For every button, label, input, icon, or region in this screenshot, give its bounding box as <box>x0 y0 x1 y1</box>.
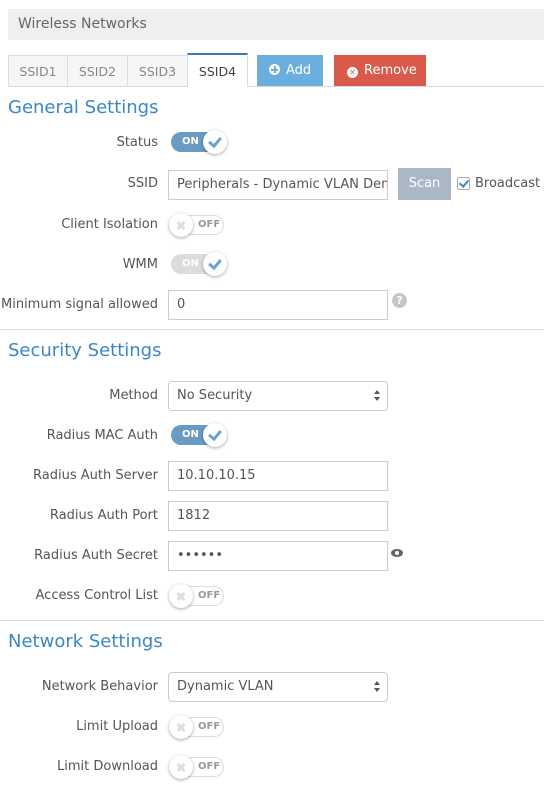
x-icon <box>169 584 193 608</box>
network-behavior-value: Dynamic VLAN <box>177 679 274 694</box>
status-toggle[interactable]: ON <box>171 130 227 154</box>
eye-icon[interactable] <box>391 549 403 557</box>
check-icon <box>203 252 227 276</box>
wmm-label: WMM <box>122 257 158 272</box>
limit-upload-toggle-text: OFF <box>198 721 221 732</box>
client-isolation-toggle[interactable]: OFF <box>169 213 224 237</box>
remove-button-label: Remove <box>364 63 417 78</box>
radius-auth-server-label: Radius Auth Server <box>33 468 158 483</box>
tab-ssid1[interactable]: SSID1 <box>8 55 68 86</box>
radius-auth-secret-input[interactable]: •••••• <box>168 541 388 571</box>
status-label: Status <box>116 135 158 150</box>
wmm-toggle-text: ON <box>182 258 199 269</box>
limit-download-toggle[interactable]: OFF <box>169 755 224 779</box>
tab-ssid3[interactable]: SSID3 <box>127 55 188 86</box>
check-icon <box>203 130 227 154</box>
security-settings-title: Security Settings <box>8 340 162 361</box>
section-divider <box>0 620 544 621</box>
x-icon <box>169 715 193 739</box>
broadcast-label: Broadcast <box>475 176 541 191</box>
select-arrows-icon <box>374 681 381 693</box>
wmm-toggle[interactable]: ON <box>171 252 227 276</box>
acl-label: Access Control List <box>35 588 158 603</box>
add-button-label: Add <box>286 63 312 78</box>
radius-mac-auth-toggle[interactable]: ON <box>171 423 227 447</box>
ssid-tabs: SSID1 SSID2 SSID3 SSID4 Add ✕ Remove <box>8 53 544 87</box>
client-isolation-toggle-text: OFF <box>198 219 221 230</box>
tab-ssid4[interactable]: SSID4 <box>187 53 248 87</box>
remove-button[interactable]: ✕ Remove <box>334 55 426 86</box>
ssid-label: SSID <box>127 176 158 191</box>
limit-upload-label: Limit Upload <box>76 719 158 734</box>
broadcast-checkbox[interactable] <box>457 177 470 190</box>
network-behavior-select[interactable]: Dynamic VLAN <box>168 672 388 702</box>
radius-auth-port-input[interactable]: 1812 <box>168 501 388 531</box>
radius-mac-auth-toggle-text: ON <box>182 429 199 440</box>
radius-mac-auth-label: Radius MAC Auth <box>46 428 158 443</box>
acl-toggle-text: OFF <box>198 590 221 601</box>
question-circle-icon[interactable]: ? <box>392 293 407 308</box>
radius-auth-secret-label: Radius Auth Secret <box>34 548 158 563</box>
panel-header: Wireless Networks <box>8 9 544 40</box>
add-button[interactable]: Add <box>257 55 323 86</box>
x-icon <box>169 755 193 779</box>
radius-auth-server-input[interactable]: 10.10.10.15 <box>168 461 388 491</box>
plus-circle-icon <box>269 64 280 75</box>
general-settings-title: General Settings <box>8 97 159 118</box>
radius-auth-port-label: Radius Auth Port <box>49 508 158 523</box>
check-icon <box>203 423 227 447</box>
panel-title: Wireless Networks <box>18 16 147 32</box>
status-toggle-text: ON <box>182 136 199 147</box>
tab-ssid2[interactable]: SSID2 <box>67 55 128 86</box>
limit-upload-toggle[interactable]: OFF <box>169 715 224 739</box>
scan-button[interactable]: Scan <box>398 168 451 200</box>
section-divider <box>0 329 544 330</box>
min-signal-input[interactable]: 0 <box>168 290 388 320</box>
network-behavior-label: Network Behavior <box>41 679 158 694</box>
method-select-value: No Security <box>177 388 253 403</box>
acl-toggle[interactable]: OFF <box>169 584 224 608</box>
min-signal-label: Minimum signal allowed <box>1 297 158 312</box>
method-label: Method <box>109 388 158 403</box>
ssid-input[interactable]: Peripherals - Dynamic VLAN Demo <box>168 170 388 200</box>
times-circle-icon: ✕ <box>347 67 358 78</box>
limit-download-toggle-text: OFF <box>198 761 221 772</box>
select-arrows-icon <box>374 390 381 402</box>
method-select[interactable]: No Security <box>168 381 388 411</box>
limit-download-label: Limit Download <box>57 759 158 774</box>
network-settings-title: Network Settings <box>8 631 163 652</box>
x-icon <box>169 213 193 237</box>
client-isolation-label: Client Isolation <box>61 217 158 232</box>
